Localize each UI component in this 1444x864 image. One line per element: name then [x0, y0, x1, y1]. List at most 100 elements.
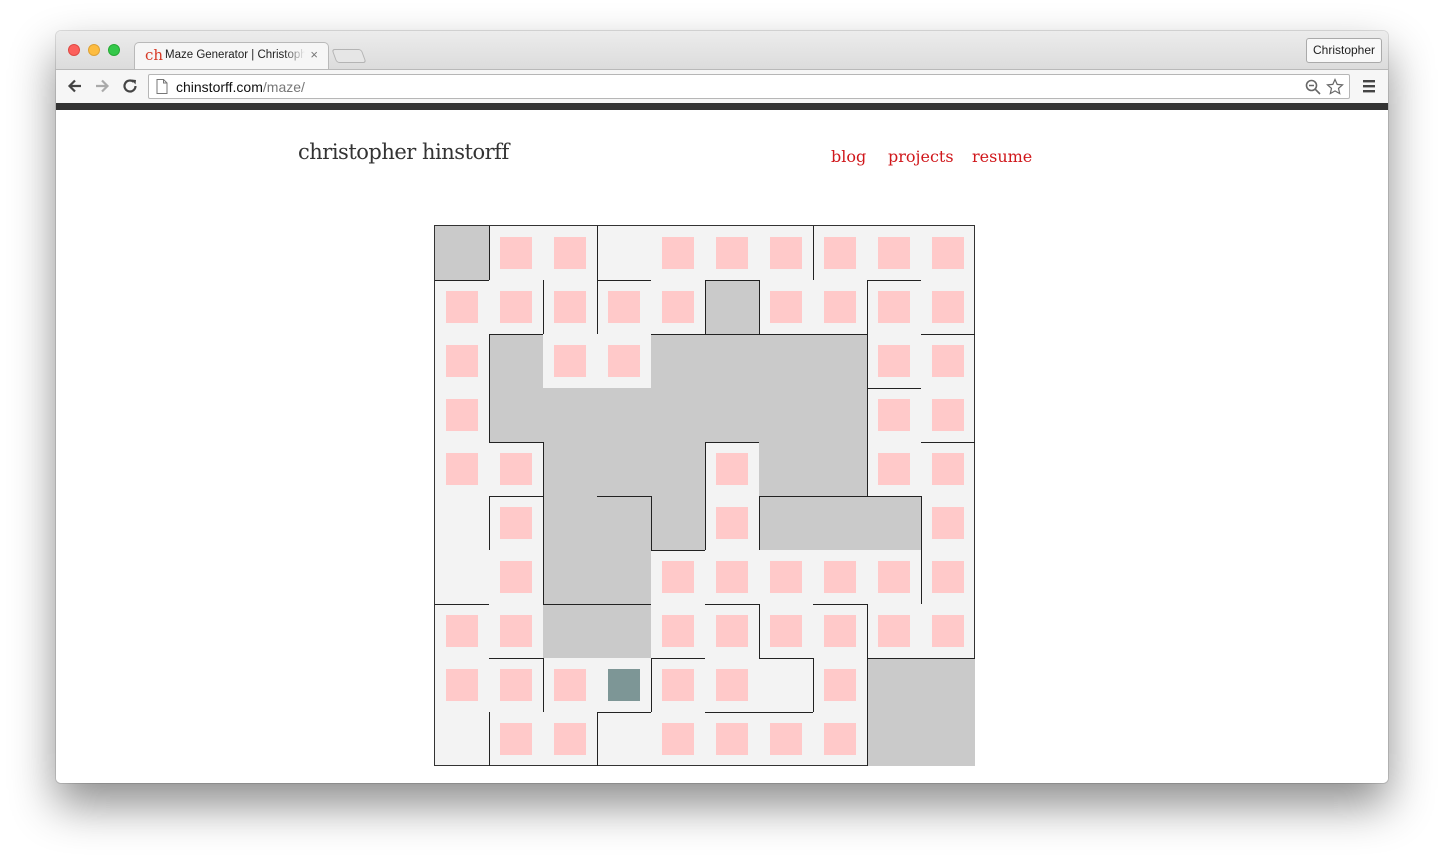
visited-marker — [932, 615, 964, 647]
visited-marker — [662, 561, 694, 593]
zoom-icon[interactable] — [1305, 79, 1321, 95]
maze-cell — [597, 712, 651, 766]
maze-wall-cell — [597, 496, 651, 550]
visited-marker — [932, 507, 964, 539]
maze-wall-line — [596, 279, 651, 281]
maze-cell — [813, 550, 867, 604]
back-arrow-icon[interactable] — [64, 75, 86, 97]
maze-cell — [705, 712, 759, 766]
maze-wall-cell — [759, 496, 813, 550]
visited-marker — [662, 723, 694, 755]
site-title[interactable]: christopher hinstorff — [298, 140, 509, 164]
maze-wall-line — [758, 495, 760, 550]
maze-cell — [435, 604, 489, 658]
maze-wall-line — [704, 495, 706, 550]
forward-arrow-icon[interactable] — [91, 75, 113, 97]
maze-cell — [543, 280, 597, 334]
menu-icon[interactable] — [1361, 78, 1377, 94]
maze-cell — [867, 280, 921, 334]
reload-icon[interactable] — [119, 75, 141, 97]
maze-cell — [867, 550, 921, 604]
maze-cell — [813, 604, 867, 658]
maze-wall-cell — [435, 226, 489, 280]
maze-wall-line — [704, 603, 759, 605]
maze-wall-line — [542, 603, 651, 605]
visited-marker — [446, 615, 478, 647]
nav-link-projects[interactable]: projects — [888, 147, 954, 166]
browser-window: ch Maze Generator | Christopher Hinstorf… — [56, 31, 1388, 783]
maze-wall-cell — [705, 388, 759, 442]
visited-marker — [554, 723, 586, 755]
maze-wall-cell — [651, 496, 705, 550]
maze-wall-line — [866, 279, 868, 334]
maze-cell — [651, 604, 705, 658]
visited-marker — [608, 291, 640, 323]
maximize-window-button[interactable] — [108, 44, 120, 56]
maze-cell — [921, 550, 975, 604]
maze-wall-cell — [543, 604, 597, 658]
maze-cell — [705, 658, 759, 712]
maze-wall-line — [704, 441, 706, 496]
maze-wall-line — [488, 333, 543, 335]
maze-wall-cell — [759, 442, 813, 496]
visited-marker — [878, 561, 910, 593]
maze-wall-line — [488, 441, 543, 443]
maze-cell — [489, 658, 543, 712]
current-position-marker — [608, 669, 640, 701]
maze-wall-line — [488, 225, 490, 280]
maze-wall-line — [650, 657, 652, 712]
maze-wall-cell — [921, 712, 975, 766]
visited-marker — [446, 345, 478, 377]
maze-cell — [705, 442, 759, 496]
maze-wall-line — [758, 279, 760, 334]
maze-cell — [867, 388, 921, 442]
visited-marker — [554, 237, 586, 269]
maze-wall-line — [596, 711, 651, 713]
maze-wall-cell — [867, 658, 921, 712]
visited-marker — [770, 291, 802, 323]
nav-link-resume[interactable]: resume — [972, 147, 1032, 166]
visited-marker — [500, 237, 532, 269]
maze-wall-cell — [489, 388, 543, 442]
profile-button[interactable]: Christopher — [1306, 38, 1383, 63]
maze-cell — [867, 604, 921, 658]
maze-wall-line — [758, 495, 921, 497]
maze-wall-cell — [489, 334, 543, 388]
visited-marker — [500, 453, 532, 485]
maze-cell — [651, 280, 705, 334]
maze-cell — [921, 496, 975, 550]
visited-marker — [716, 669, 748, 701]
tab-maze-generator[interactable]: ch Maze Generator | Christopher Hinstorf… — [134, 42, 329, 69]
minimize-window-button[interactable] — [88, 44, 100, 56]
maze-wall-line — [488, 657, 543, 659]
browser-toolbar: chinstorff.com/maze/ — [56, 69, 1388, 103]
maze-cell — [921, 226, 975, 280]
maze-wall-cell — [867, 712, 921, 766]
maze-wall-cell — [597, 442, 651, 496]
maze-wall-line — [596, 495, 651, 497]
nav-link-blog[interactable]: blog — [831, 147, 866, 166]
address-bar[interactable]: chinstorff.com/maze/ — [148, 74, 1350, 99]
maze-wall-line — [704, 441, 759, 443]
maze-cell — [543, 658, 597, 712]
new-tab-button[interactable] — [331, 49, 367, 63]
maze-cell — [759, 550, 813, 604]
maze-wall-cell — [543, 442, 597, 496]
bookmark-star-icon[interactable] — [1326, 78, 1344, 96]
visited-marker — [716, 723, 748, 755]
close-tab-icon[interactable]: × — [310, 47, 318, 63]
maze-cell — [921, 604, 975, 658]
maze-wall-line — [650, 333, 867, 335]
maze-wall-line — [542, 279, 544, 334]
maze-wall-cell — [921, 658, 975, 712]
maze-wall-line — [488, 495, 543, 497]
visited-marker — [500, 669, 532, 701]
maze-wall-cell — [597, 550, 651, 604]
maze-cell — [435, 334, 489, 388]
close-window-button[interactable] — [68, 44, 80, 56]
visited-marker — [878, 237, 910, 269]
maze-wall-line — [434, 603, 489, 605]
maze-cell — [489, 712, 543, 766]
maze-wall-line — [704, 711, 813, 713]
visited-marker — [500, 507, 532, 539]
